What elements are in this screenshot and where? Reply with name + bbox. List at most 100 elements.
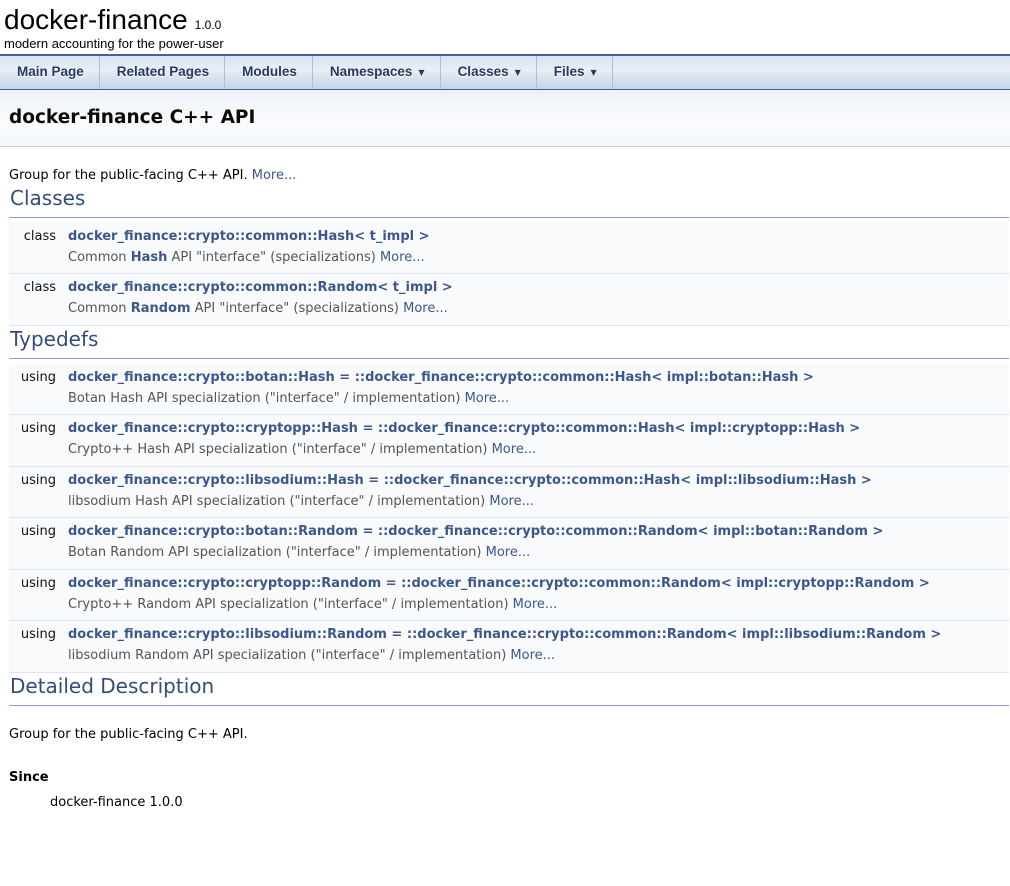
table-row: using docker_finance::crypto::libsodium:… — [9, 621, 1009, 645]
tab-label: Main Page — [17, 63, 84, 81]
table-row: using docker_finance::crypto::botan::Has… — [9, 364, 1009, 387]
typedef-link[interactable]: docker_finance::crypto::cryptopp::Hash — [68, 421, 358, 436]
class-link[interactable]: docker_finance::crypto::common::Hash< t_… — [68, 229, 430, 244]
table-row: Crypto++ Random API specialization ("int… — [9, 593, 1009, 615]
table-row: Botan Random API specialization ("interf… — [9, 541, 1009, 563]
chevron-down-icon: ▼ — [591, 68, 597, 79]
page-title: docker-finance C++ API — [0, 90, 1010, 131]
table-row: using docker_finance::crypto::cryptopp::… — [9, 569, 1009, 593]
more-link[interactable]: More... — [380, 250, 425, 265]
separator-cell — [9, 319, 1009, 325]
desc-text: Common — [68, 250, 131, 265]
tab-main-page[interactable]: Main Page — [0, 56, 100, 89]
table-row: libsodium Random API specialization ("in… — [9, 644, 1009, 666]
typedef-link[interactable]: docker_finance::crypto::botan::Random — [68, 524, 358, 539]
typedef-rhs: = ::docker_finance::crypto::common::Hash… — [364, 473, 872, 488]
desc-spacer-cell — [9, 438, 60, 460]
classes-table: class docker_finance::crypto::common::Ha… — [9, 223, 1009, 326]
more-link[interactable]: More... — [492, 442, 537, 457]
masthead: docker-finance1.0.0 modern accounting fo… — [0, 0, 1010, 54]
more-link[interactable]: More... — [489, 494, 534, 509]
since-label: Since — [9, 769, 1009, 787]
tab-label: Classes — [458, 63, 509, 81]
page-header: docker-finance C++ API — [0, 90, 1010, 147]
typedef-link[interactable]: docker_finance::crypto::libsodium::Hash — [68, 473, 364, 488]
desc-text: API "interface" (specializations) — [191, 301, 404, 316]
typedef-rhs: = ::docker_finance::crypto::common::Hash… — [358, 421, 860, 436]
more-link[interactable]: More... — [465, 391, 510, 406]
group-summary: Group for the public-facing C++ API. Mor… — [9, 167, 1009, 185]
member-keyword: using — [9, 518, 60, 542]
table-row: Crypto++ Hash API specialization ("inter… — [9, 438, 1009, 460]
desc-spacer-cell — [9, 387, 60, 409]
member-description: Crypto++ Hash API specialization ("inter… — [60, 438, 1009, 460]
table-row: class docker_finance::crypto::common::Ra… — [9, 274, 1009, 298]
desc-text: libsodium Hash API specialization ("inte… — [68, 494, 489, 509]
member-description: Common Hash API "interface" (specializat… — [60, 246, 1009, 268]
summary-text: Group for the public-facing C++ API. — [9, 168, 248, 183]
tab-label: Namespaces — [330, 63, 413, 81]
member-declaration: docker_finance::crypto::common::Hash< t_… — [60, 223, 1009, 246]
table-row: using docker_finance::crypto::botan::Ran… — [9, 518, 1009, 542]
tab-label: Files — [554, 63, 585, 81]
member-description: Crypto++ Random API specialization ("int… — [60, 593, 1009, 615]
typedef-link[interactable]: docker_finance::crypto::botan::Hash — [68, 370, 335, 385]
member-description: Common Random API "interface" (specializ… — [60, 297, 1009, 319]
tab-classes[interactable]: Classes ▼ — [441, 56, 537, 89]
summary-more-link[interactable]: More... — [252, 168, 297, 183]
class-desc-link[interactable]: Hash — [131, 250, 168, 265]
section-heading-detailed-description: Detailed Description — [9, 673, 1009, 706]
member-declaration: docker_finance::crypto::cryptopp::Hash =… — [60, 415, 1009, 439]
desc-text: libsodium Random API specialization ("in… — [68, 648, 510, 663]
member-description: libsodium Hash API specialization ("inte… — [60, 490, 1009, 512]
table-row: Common Random API "interface" (specializ… — [9, 297, 1009, 319]
more-link[interactable]: More... — [486, 545, 531, 560]
typedef-rhs: = ::docker_finance::crypto::common::Rand… — [358, 524, 883, 539]
table-row: Botan Hash API specialization ("interfac… — [9, 387, 1009, 409]
typedef-rhs: = ::docker_finance::crypto::common::Hash… — [335, 370, 814, 385]
more-link[interactable]: More... — [403, 301, 448, 316]
main-nav: Main Page Related Pages Modules Namespac… — [0, 54, 1010, 90]
tab-related-pages[interactable]: Related Pages — [100, 56, 225, 89]
desc-spacer-cell — [9, 644, 60, 666]
since-value: docker-finance 1.0.0 — [50, 794, 1009, 812]
desc-spacer-cell — [9, 490, 60, 512]
table-row: using docker_finance::crypto::libsodium:… — [9, 466, 1009, 490]
desc-text: Botan Hash API specialization ("interfac… — [68, 391, 465, 406]
project-name: docker-finance — [4, 4, 188, 35]
typedefs-table: using docker_finance::crypto::botan::Has… — [9, 364, 1009, 673]
section-heading-typedefs: Typedefs — [9, 326, 1009, 359]
desc-spacer-cell — [9, 593, 60, 615]
table-row: libsodium Hash API specialization ("inte… — [9, 490, 1009, 512]
member-keyword: using — [9, 364, 60, 387]
typedef-rhs: = ::docker_finance::crypto::common::Rand… — [387, 627, 941, 642]
typedef-link[interactable]: docker_finance::crypto::libsodium::Rando… — [68, 627, 387, 642]
detailed-description-text: Group for the public-facing C++ API. — [9, 726, 1009, 744]
more-link[interactable]: More... — [513, 597, 558, 612]
project-brief: modern accounting for the power-user — [4, 36, 1010, 52]
member-declaration: docker_finance::crypto::botan::Hash = ::… — [60, 364, 1009, 387]
more-link[interactable]: More... — [510, 648, 555, 663]
contents: Group for the public-facing C++ API. Mor… — [0, 167, 1010, 811]
desc-text: Common — [68, 301, 131, 316]
class-desc-link[interactable]: Random — [131, 301, 191, 316]
typedef-rhs: = ::docker_finance::crypto::common::Rand… — [381, 576, 930, 591]
member-declaration: docker_finance::crypto::common::Random< … — [60, 274, 1009, 298]
typedef-link[interactable]: docker_finance::crypto::cryptopp::Random — [68, 576, 381, 591]
member-keyword: using — [9, 415, 60, 439]
separator-cell — [9, 666, 1009, 672]
member-description: Botan Hash API specialization ("interfac… — [60, 387, 1009, 409]
member-keyword: using — [9, 569, 60, 593]
tab-label: Related Pages — [117, 63, 209, 81]
member-declaration: docker_finance::crypto::cryptopp::Random… — [60, 569, 1009, 593]
tab-files[interactable]: Files ▼ — [537, 56, 613, 89]
desc-spacer-cell — [9, 297, 60, 319]
row-separator — [9, 319, 1009, 325]
chevron-down-icon: ▼ — [515, 68, 521, 79]
class-link[interactable]: docker_finance::crypto::common::Random< … — [68, 280, 453, 295]
tab-namespaces[interactable]: Namespaces ▼ — [313, 56, 441, 89]
desc-text: Crypto++ Random API specialization ("int… — [68, 597, 513, 612]
tab-modules[interactable]: Modules — [225, 56, 313, 89]
member-description: Botan Random API specialization ("interf… — [60, 541, 1009, 563]
member-keyword: using — [9, 621, 60, 645]
